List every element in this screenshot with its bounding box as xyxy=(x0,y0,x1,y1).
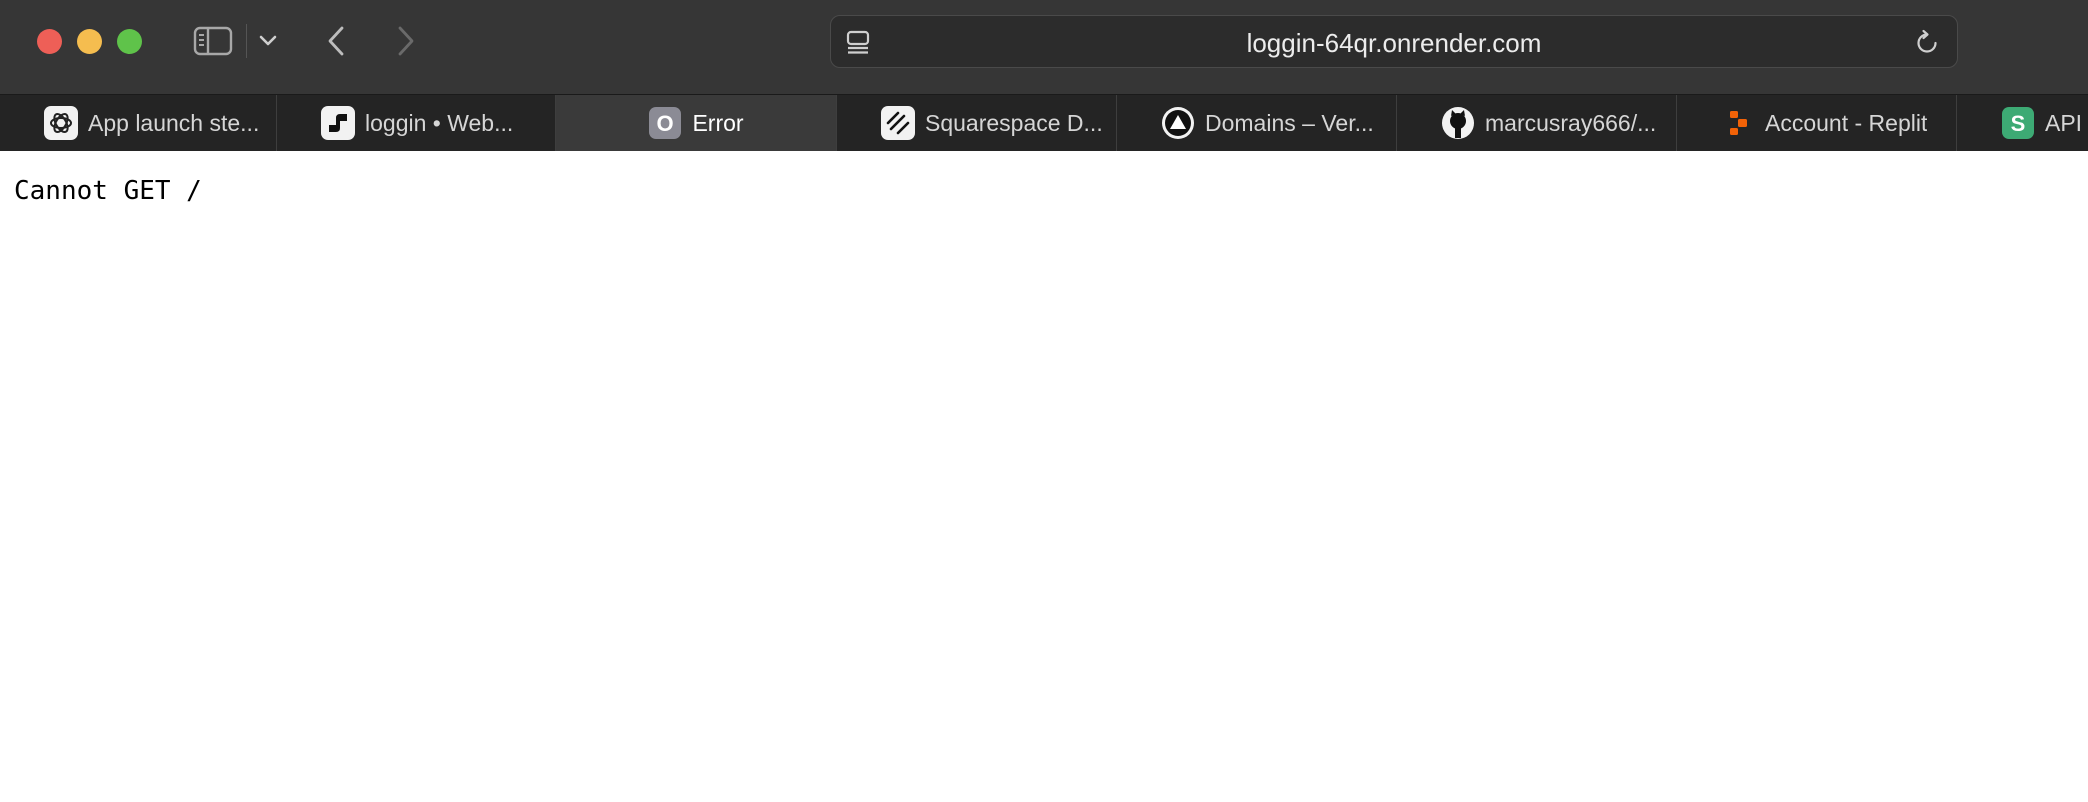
minimize-window-button[interactable] xyxy=(77,29,102,54)
openai-icon xyxy=(44,106,78,140)
svg-text:S: S xyxy=(2011,111,2026,136)
tab-label: App launch ste... xyxy=(88,109,260,136)
tab-app-launch[interactable]: App launch ste... xyxy=(0,95,277,151)
tab-label: marcusray666/... xyxy=(1485,109,1657,136)
error-message: Cannot GET / xyxy=(14,176,202,206)
page-content: Cannot GET / xyxy=(0,151,2088,802)
tab-label: Domains – Ver... xyxy=(1205,109,1374,136)
tab-domains-vercel[interactable]: Domains – Ver... xyxy=(1117,95,1397,151)
back-arrow-icon xyxy=(328,26,344,56)
back-button[interactable] xyxy=(318,22,354,60)
toolbar-divider xyxy=(246,24,247,58)
reload-icon[interactable] xyxy=(1913,29,1941,57)
letter-o-icon: O xyxy=(648,106,682,140)
replit-icon xyxy=(1721,106,1755,140)
forward-arrow-icon xyxy=(398,26,414,56)
tab-bar: App launch ste... loggin • Web... O Erro… xyxy=(0,94,2088,151)
tab-github[interactable]: marcusray666/... xyxy=(1397,95,1677,151)
tab-label: Squarespace D... xyxy=(925,109,1103,136)
url-text[interactable]: loggin-64qr.onrender.com xyxy=(831,29,1957,57)
zoom-window-button[interactable] xyxy=(117,29,142,54)
sidebar-icon xyxy=(193,26,233,56)
tab-loggin-render[interactable]: loggin • Web... xyxy=(277,95,556,151)
letter-s-icon: S xyxy=(2001,106,2035,140)
github-icon xyxy=(1441,106,1475,140)
chevron-down-icon xyxy=(259,35,277,46)
sidebar-toggle-button[interactable] xyxy=(190,22,236,60)
browser-toolbar: loggin-64qr.onrender.com xyxy=(0,0,2088,94)
tab-replit-account[interactable]: Account - Replit xyxy=(1677,95,1957,151)
tab-groups-dropdown[interactable] xyxy=(254,26,282,56)
tab-api[interactable]: S API xyxy=(1957,95,2088,151)
svg-text:O: O xyxy=(657,111,674,136)
tab-label: loggin • Web... xyxy=(365,109,514,136)
render-icon xyxy=(321,106,355,140)
vercel-icon xyxy=(1161,106,1195,140)
address-bar[interactable]: loggin-64qr.onrender.com xyxy=(830,15,1958,68)
tab-label: Account - Replit xyxy=(1765,109,1928,136)
squarespace-icon xyxy=(881,106,915,140)
close-window-button[interactable] xyxy=(37,29,62,54)
forward-button[interactable] xyxy=(388,22,424,60)
tab-error[interactable]: O Error xyxy=(556,95,837,151)
tab-label: Error xyxy=(692,109,744,136)
tab-squarespace[interactable]: Squarespace D... xyxy=(837,95,1117,151)
tab-label: API xyxy=(2045,109,2083,136)
